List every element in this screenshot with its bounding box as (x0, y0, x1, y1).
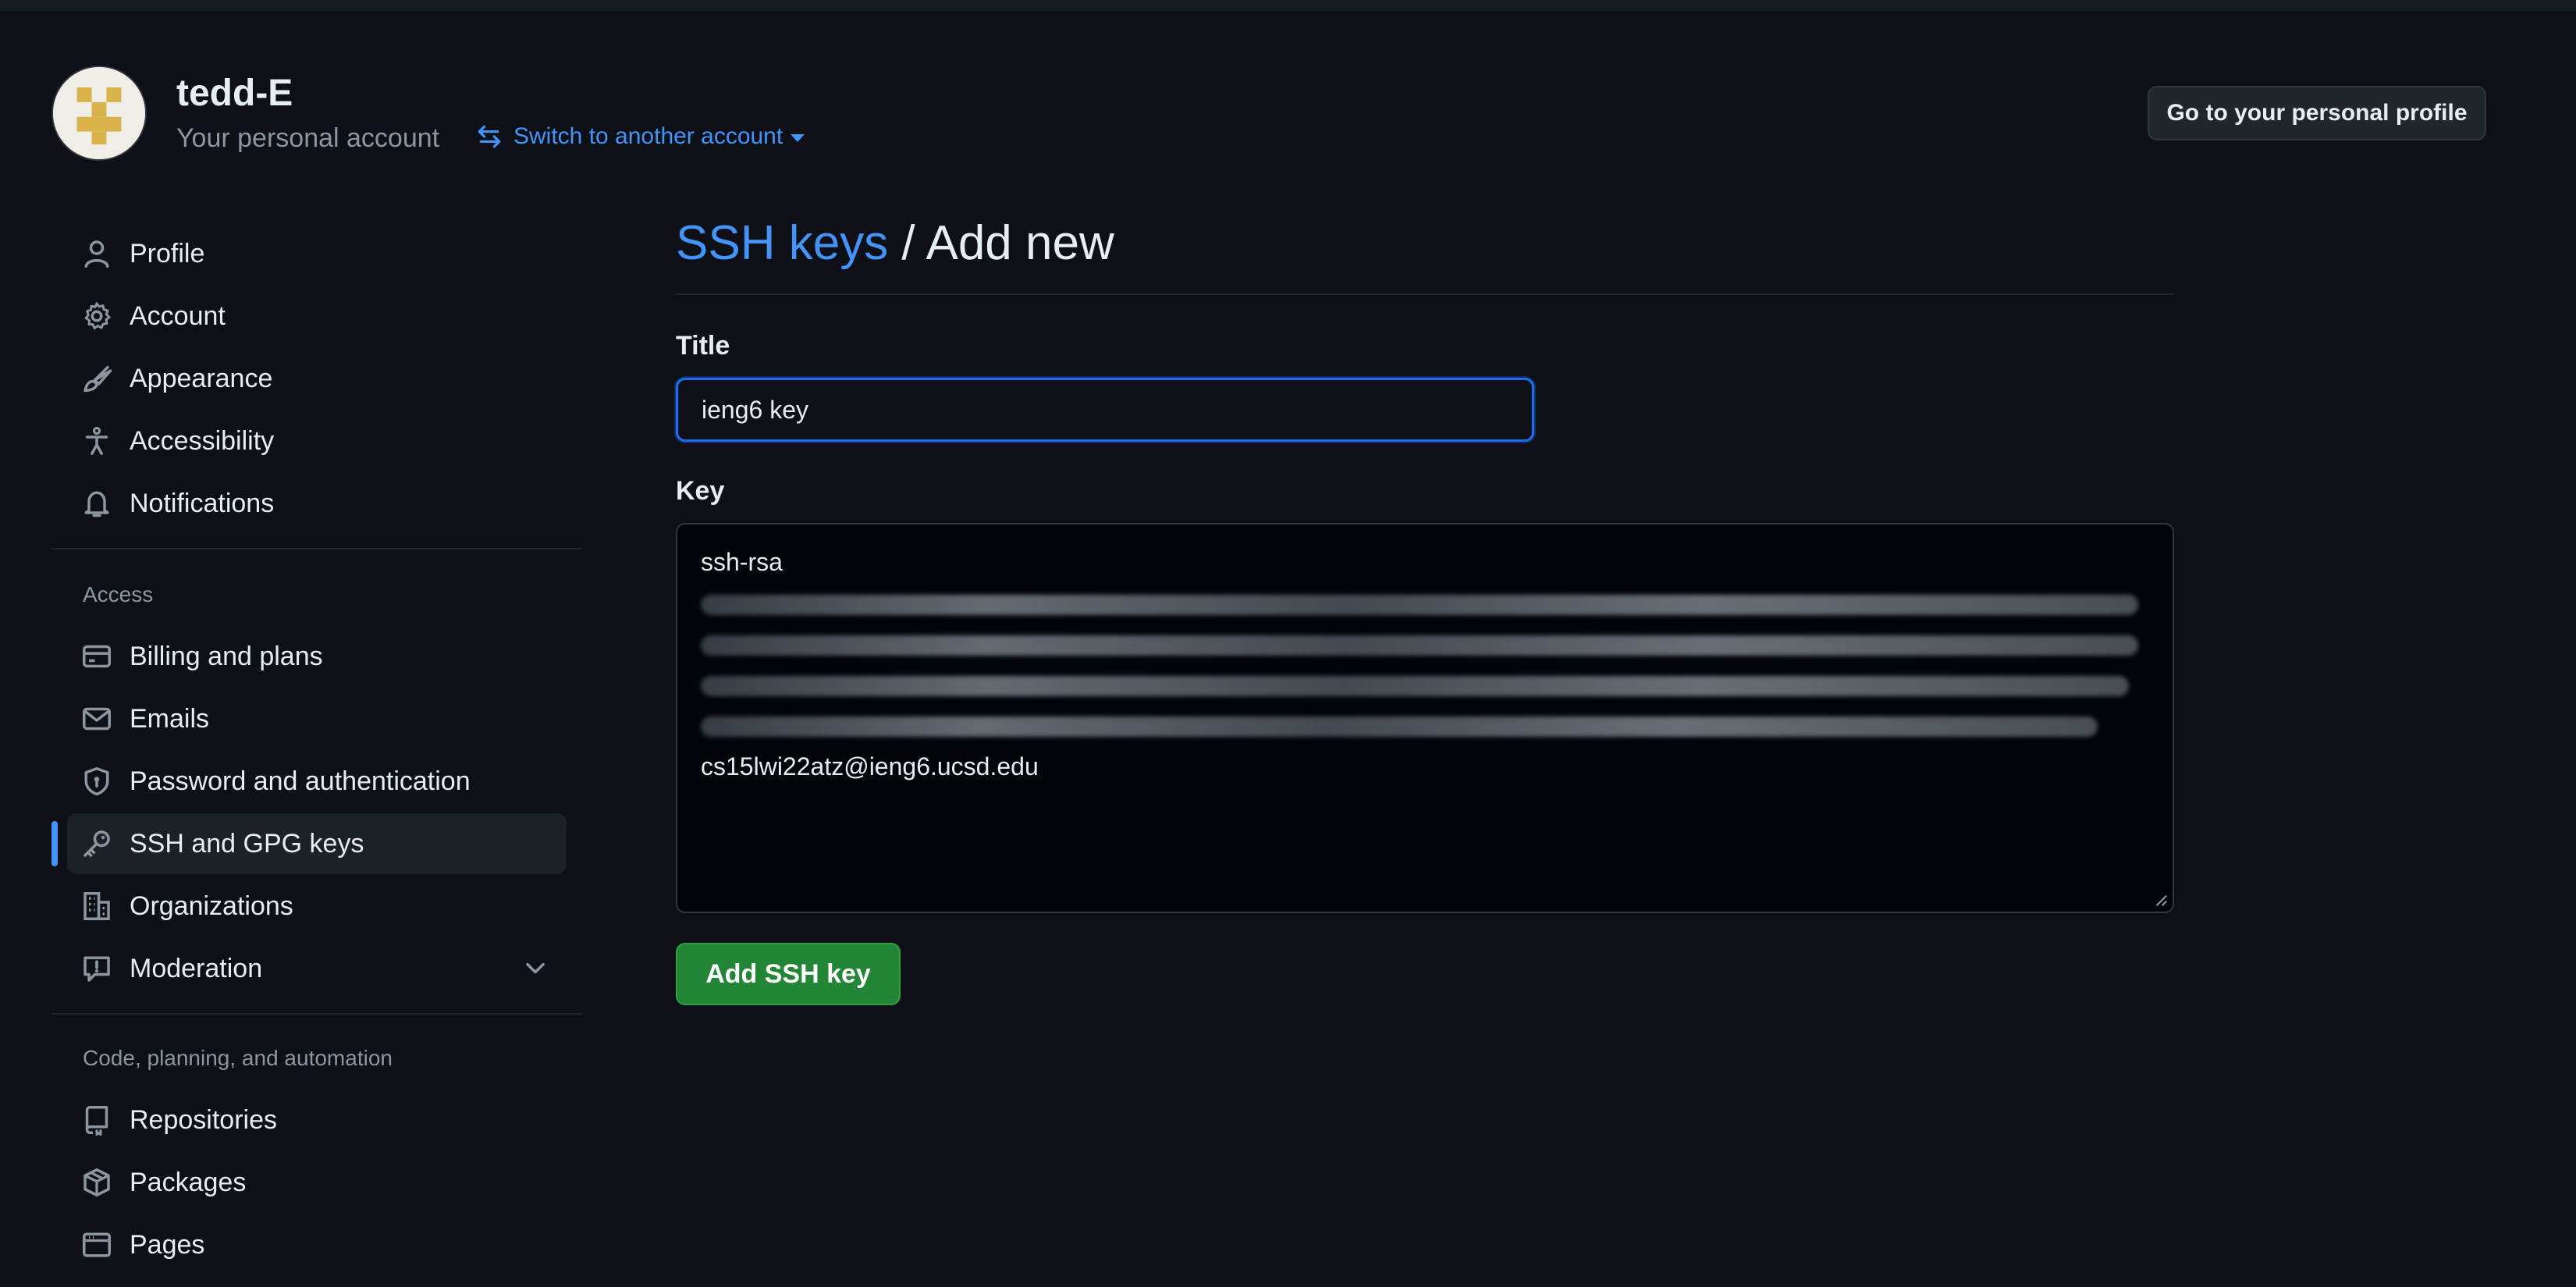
shield-lock-icon (80, 764, 114, 798)
avatar[interactable] (52, 66, 147, 161)
breadcrumb-current: / Add new (888, 216, 1114, 270)
switch-account-link[interactable]: Switch to another account (476, 123, 805, 150)
package-icon (80, 1165, 114, 1200)
credit-card-icon (80, 639, 114, 674)
sidebar-item-label: Moderation (130, 953, 263, 983)
title-label: Title (676, 331, 730, 361)
sidebar-item-organizations[interactable]: Organizations (67, 876, 567, 937)
sidebar-section-access: Access (83, 582, 154, 606)
mail-icon (80, 702, 114, 736)
top-bar (0, 0, 2576, 11)
sidebar-item-label: Organizations (130, 891, 293, 921)
accessibility-icon (80, 424, 114, 458)
key-icon (80, 827, 114, 861)
breadcrumb-ssh-keys-link[interactable]: SSH keys (676, 216, 888, 270)
sidebar-item-label: Billing and plans (130, 641, 323, 671)
sidebar-item-label: Repositories (130, 1104, 277, 1135)
add-ssh-key-button[interactable]: Add SSH key (676, 943, 901, 1005)
sidebar-item-label: SSH and GPG keys (130, 828, 364, 859)
bell-icon (80, 486, 114, 521)
caret-down-icon (791, 134, 805, 142)
key-label: Key (676, 476, 725, 506)
organization-icon (80, 889, 114, 923)
title-input[interactable] (676, 378, 1534, 442)
sidebar-item-label: Pages (130, 1229, 205, 1260)
redacted-key-line (701, 716, 2098, 737)
sidebar-item-label: Appearance (130, 363, 273, 393)
page-title: SSH keys / Add new (676, 215, 1114, 271)
repo-icon (80, 1103, 114, 1137)
chevron-down-icon[interactable] (521, 954, 549, 982)
redacted-key-line (701, 595, 2138, 615)
browser-icon (80, 1228, 114, 1262)
redacted-key-line (701, 635, 2138, 656)
sidebar-item-moderation[interactable]: Moderation (67, 938, 567, 999)
sidebar-divider (52, 548, 582, 549)
resize-handle-icon[interactable] (2154, 893, 2168, 907)
sidebar-item-label: Profile (130, 238, 205, 268)
sidebar-item-emails[interactable]: Emails (67, 688, 567, 749)
go-to-profile-button[interactable]: Go to your personal profile (2148, 86, 2486, 140)
sidebar-item-appearance[interactable]: Appearance (67, 348, 567, 409)
gear-icon (80, 299, 114, 333)
account-type: Your personal account (176, 123, 440, 153)
key-textarea[interactable]: ssh-rsa cs15lwi22atz@ieng6.ucsd.edu (676, 523, 2174, 913)
sidebar-section-code: Code, planning, and automation (83, 1046, 393, 1070)
sidebar-item-pages[interactable]: Pages (67, 1214, 567, 1275)
sidebar-divider (52, 1013, 582, 1015)
identicon-icon (53, 67, 145, 159)
paintbrush-icon (80, 361, 114, 396)
sidebar-item-label: Notifications (130, 488, 275, 518)
arrow-switch-icon (478, 125, 501, 148)
account-name: tedd-E (176, 73, 293, 114)
report-icon (80, 951, 114, 986)
sidebar-item-label: Account (130, 300, 226, 331)
sidebar-item-password-authentication[interactable]: Password and authentication (67, 751, 567, 812)
sidebar-item-repositories[interactable]: Repositories (67, 1090, 567, 1150)
key-text-prefix: ssh-rsa (701, 548, 783, 576)
switch-account-label: Switch to another account (513, 123, 783, 149)
active-indicator (52, 821, 58, 866)
person-icon (80, 236, 114, 271)
sidebar-item-notifications[interactable]: Notifications (67, 473, 567, 534)
sidebar-item-label: Emails (130, 703, 210, 734)
sidebar-item-ssh-gpg-keys[interactable]: SSH and GPG keys (67, 813, 567, 874)
sidebar-item-label: Password and authentication (130, 766, 471, 796)
sidebar-item-profile[interactable]: Profile (67, 223, 567, 284)
title-divider (676, 293, 2174, 295)
redacted-key-line (701, 676, 2129, 696)
key-text-comment: cs15lwi22atz@ieng6.ucsd.edu (701, 752, 1039, 780)
sidebar-item-label: Packages (130, 1167, 247, 1197)
sidebar-item-account[interactable]: Account (67, 286, 567, 347)
sidebar-item-packages[interactable]: Packages (67, 1152, 567, 1213)
sidebar-item-accessibility[interactable]: Accessibility (67, 411, 567, 471)
sidebar-item-label: Accessibility (130, 425, 275, 456)
sidebar-item-billing[interactable]: Billing and plans (67, 626, 567, 687)
